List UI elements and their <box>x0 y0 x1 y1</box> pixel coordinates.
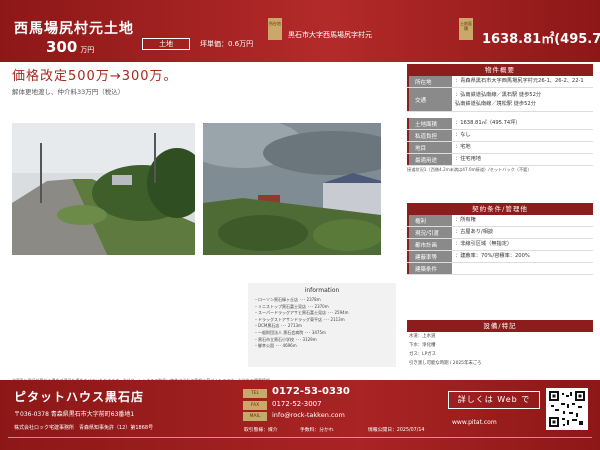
photo-road-image <box>12 123 195 255</box>
row-land-category: 地目 宅地 <box>407 142 593 154</box>
tsubo-price: 坪単価：0.6万円 <box>200 40 254 48</box>
photo-lot-image <box>203 123 381 255</box>
nearby-information-box: information ローソン黒石緑ヶ丘店 ･･･ 2378m ミニストップ黒… <box>248 283 396 367</box>
site-photo-road <box>12 123 195 255</box>
fax-tag: FAX <box>243 401 267 410</box>
row-value: 建蔽率：70%/容積率：200% <box>455 252 593 261</box>
row-label: 建蔽率等 <box>415 254 438 261</box>
row-coverage-ratio: 建蔽率等 建蔽率：70%/容積率：200% <box>407 251 593 263</box>
row-label: 都市計画 <box>415 242 438 249</box>
price-revision-headline: 価格改定500万→300万。 <box>12 69 178 84</box>
row-value: 古屋あり/相談 <box>455 228 593 237</box>
information-title: information <box>304 287 340 294</box>
nearby-item: DCM黒石店 ･･･ 2713m <box>254 323 390 330</box>
row-value: 住宅用地 <box>455 155 593 164</box>
row-value: 青森県黒石市大字西馬場尻字村元26-1、26-2、22-1 <box>455 77 593 86</box>
nearby-item: ローソン黒石緑ヶ丘店 ･･･ 2378m <box>254 297 390 304</box>
row-value: 宅地 <box>455 143 593 152</box>
qr-code-icon[interactable] <box>546 388 588 430</box>
property-overview-header: 物件概要 <box>407 64 593 76</box>
row-value: なし <box>455 131 593 140</box>
address-tag: 所在地 <box>268 18 282 40</box>
row-rights: 権利 所有権 <box>407 215 593 227</box>
land-area-tag: 土地面積 <box>459 18 473 40</box>
publish-date-label: 情報公開日： <box>368 428 397 433</box>
row-private-road: 私道負担 なし <box>407 130 593 142</box>
row-location: 所在地 青森県黒石市大字西馬場尻字村元26-1、26-2、22-1 <box>407 76 593 88</box>
fax-number: 0172-52-3007 <box>272 400 322 408</box>
agency-address: 〒036-0378 青森県黒石市大字前町63番地1 <box>14 411 135 418</box>
row-value: 所有権 <box>455 216 593 225</box>
footer-divider <box>8 437 592 438</box>
site-photo-lot <box>203 123 381 255</box>
price-unit: 万円 <box>80 46 95 54</box>
row-city-planning: 都市計画 非線引区域（無指定） <box>407 239 593 251</box>
transaction-type-label: 取引態様： <box>244 428 268 433</box>
header-address: 黒石市大字西馬場尻字村元 <box>288 31 372 39</box>
fee-value: 分かれ <box>319 428 334 433</box>
publish-date: 情報公開日：2025/07/14 <box>368 426 424 433</box>
mail-link[interactable]: info@rock-takken.com <box>272 411 345 419</box>
property-price: 300 万円 <box>46 38 94 56</box>
nearby-item: スーパードラッグアサヒ黒石富士見店 ･･･ 2594m <box>254 310 390 317</box>
agency-license: 株式会社ロック宅建事務所 青森県知事免許（12）第1868号 <box>14 425 154 431</box>
row-label: 土地面積 <box>415 121 438 128</box>
row-label: 所在地 <box>415 79 432 86</box>
row-label: 現況/引渡 <box>415 230 439 237</box>
agency-footer: ピタットハウス黒石店 〒036-0378 青森県黒石市大字前町63番地1 株式会… <box>0 380 600 450</box>
row-building-conditions: 建築条件 <box>407 263 593 275</box>
contract-header: 契約条件/管理他 <box>407 203 593 215</box>
tel-link[interactable]: 0172-53-0330 <box>272 386 350 397</box>
row-access: 交通 弘南鉄道弘南線／黒石駅 徒歩52分弘南鉄道弘南線／境松駅 徒歩52分 <box>407 88 593 112</box>
nearby-item: 一般財団法人 黒石会病院 ･･･ 3475m <box>254 330 390 337</box>
transaction-type-value: 媒介 <box>268 428 278 433</box>
row-value: 1638.81㎡（495.74坪） <box>455 119 593 128</box>
nearby-item: 御幸公園 ･･･ 4696m <box>254 343 390 350</box>
property-header: 西馬場尻村元土地 300 万円 土地 坪単価：0.6万円 所在地 黒石市大字西馬場… <box>0 0 600 62</box>
website-link[interactable]: www.pitat.com <box>452 419 497 426</box>
row-land-area: 土地面積 1638.81㎡（495.74坪） <box>407 118 593 130</box>
row-value: 非線引区域（無指定） <box>455 240 593 249</box>
row-label: 交通 <box>415 97 427 104</box>
mail-tag: MAIL <box>243 412 267 421</box>
facility-item: ガス：LPガス <box>409 352 437 357</box>
row-value: 弘南鉄道弘南線／黒石駅 徒歩52分 <box>455 91 593 100</box>
category-badge: 土地 <box>142 38 190 50</box>
header-land-area: 1638.81㎡(495.74坪) <box>482 32 600 47</box>
facility-item: 下水：浄化槽 <box>409 343 436 348</box>
transaction-type: 取引態様：媒介 <box>244 426 278 433</box>
row-current-status: 現況/引渡 古屋あり/相談 <box>407 227 593 239</box>
tel-tag: TEL <box>243 389 267 398</box>
agency-name: ピタットハウス黒石店 <box>14 390 145 404</box>
facilities-header: 設備/特記 <box>407 320 593 332</box>
sale-note: 解体更地渡し、仲介料33万円（税込） <box>12 88 125 96</box>
road-access-note: 接道状況1（西側4.2m未満は47.0m接道）/セットバック（不要） <box>407 167 532 172</box>
row-label: 私道負担 <box>415 133 438 140</box>
facility-item: 水道：上水道 <box>409 334 436 339</box>
row-label: 権利 <box>415 218 427 225</box>
row-best-use: 最適用途 住宅用地 <box>407 154 593 166</box>
publish-date-value: 2025/07/14 <box>396 428 425 433</box>
row-label: 建築条件 <box>415 266 438 273</box>
facility-item: 引き渡し可能な時期 / 2025年末ごろ <box>409 361 482 366</box>
qr-code-graphic <box>549 391 585 427</box>
price-value: 300 <box>46 38 78 56</box>
fee-label: 手数料： <box>300 428 320 433</box>
fee-terms: 手数料：分かれ <box>300 426 334 433</box>
row-label: 最適用途 <box>415 157 438 164</box>
web-details-button[interactable]: 詳しくは Web で <box>448 391 540 409</box>
property-title: 西馬場尻村元土地 <box>14 21 134 37</box>
facilities-list: 水道：上水道 下水：浄化槽 ガス：LPガス 引き渡し可能な時期 / 2025年末… <box>407 332 593 374</box>
row-label: 地目 <box>415 145 427 152</box>
row-value: 弘南鉄道弘南線／境松駅 徒歩52分 <box>455 100 536 107</box>
